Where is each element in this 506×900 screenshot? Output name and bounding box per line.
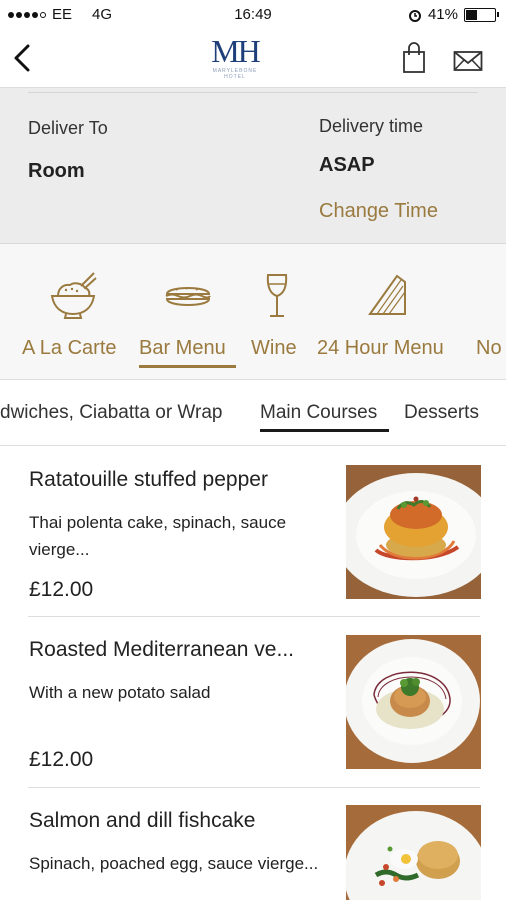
category-24-hour-menu[interactable]: 24 Hour Menu — [317, 337, 444, 360]
hotel-logo: MH MARYLEBONE HOTEL — [203, 34, 267, 86]
menu-item-description: With a new potato salad — [29, 683, 211, 702]
menu-item-photo — [346, 805, 481, 900]
menu-item-name: Ratatouille stuffed pepper — [29, 468, 268, 491]
menu-item-description: Spinach, poached egg, sauce vierge... — [29, 854, 319, 873]
tab-selected-indicator — [260, 429, 389, 432]
nav-bar: MH MARYLEBONE HOTEL — [0, 30, 506, 88]
category-truncated[interactable]: No — [476, 337, 502, 360]
category-a-la-carte[interactable]: A La Carte — [22, 337, 117, 360]
delivery-time-value: ASAP — [319, 154, 375, 176]
category-bar-menu[interactable]: Bar Menu — [139, 337, 226, 360]
status-bar: EE 4G 16:49 41% — [0, 0, 506, 30]
battery-percent: 41% — [427, 6, 458, 23]
menu-item[interactable]: Roasted Mediterranean ve... With a new p… — [0, 617, 506, 787]
bowl-icon[interactable] — [48, 270, 98, 320]
subcategory-tabs: dwiches, Ciabatta or Wrap Main Courses D… — [0, 380, 506, 446]
category-selected-indicator — [139, 365, 236, 368]
tab-sandwiches[interactable]: dwiches, Ciabatta or Wrap — [0, 402, 222, 424]
deliver-to-label: Deliver To — [28, 118, 108, 138]
status-right: 41% — [408, 6, 499, 23]
menu-item-price: £12.00 — [29, 748, 94, 771]
menu-item-name: Salmon and dill fishcake — [29, 809, 256, 832]
back-arrow-icon[interactable] — [10, 42, 36, 74]
delivery-time-label: Delivery time — [319, 116, 424, 136]
tab-main-courses[interactable]: Main Courses — [260, 402, 377, 424]
category-wine[interactable]: Wine — [251, 337, 297, 360]
delivery-divider — [28, 92, 478, 93]
sandwich-wedge-icon[interactable] — [367, 272, 409, 318]
logo-monogram: MH — [211, 33, 261, 69]
tab-desserts[interactable]: Desserts — [404, 402, 479, 424]
category-bar: A La Carte Bar Menu Wine 24 Hour Menu No — [0, 244, 506, 380]
logo-subtitle: MARYLEBONE HOTEL — [212, 68, 258, 80]
menu-item-photo — [346, 465, 481, 599]
menu-item-description: Thai polenta cake, spinach, sauce vierge… — [29, 513, 287, 559]
sandwich-icon[interactable] — [164, 282, 212, 310]
alarm-icon — [408, 9, 421, 22]
change-time-link[interactable]: Change Time — [319, 200, 438, 223]
shopping-bag-icon[interactable] — [402, 42, 426, 74]
delivery-panel: Deliver To Room Delivery time ASAP Chang… — [0, 88, 506, 244]
battery-icon — [464, 7, 499, 22]
wine-glass-icon[interactable] — [264, 272, 290, 320]
mail-icon[interactable] — [453, 49, 483, 73]
battery-fill — [466, 9, 478, 20]
deliver-to-value[interactable]: Room — [28, 160, 85, 183]
menu-item-photo — [346, 635, 481, 769]
menu-item[interactable]: Salmon and dill fishcake Spinach, poache… — [0, 788, 506, 900]
menu-item-name: Roasted Mediterranean ve... — [29, 638, 294, 661]
menu-item-price: £12.00 — [29, 578, 94, 601]
menu-item[interactable]: Ratatouille stuffed pepper Thai polenta … — [0, 446, 506, 616]
